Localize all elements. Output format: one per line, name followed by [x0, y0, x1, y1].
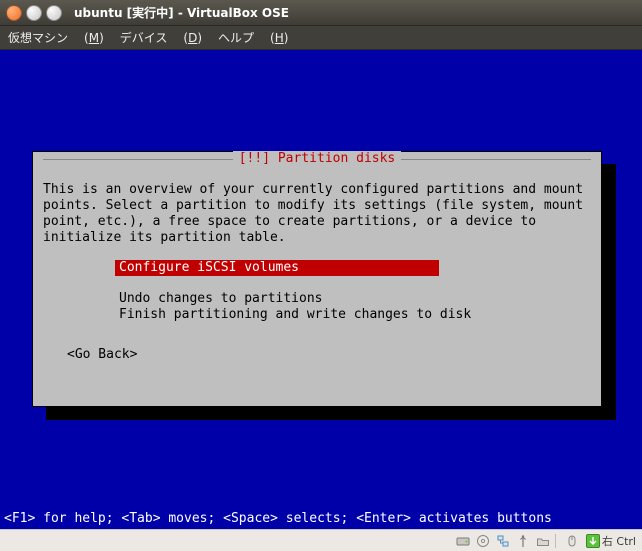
minimize-icon[interactable] [26, 5, 42, 21]
menu-device[interactable]: デバイス(D) [120, 29, 202, 46]
option-undo-changes[interactable]: Undo changes to partitions [115, 291, 327, 307]
usb-icon [515, 533, 531, 549]
dialog-title: Partition disks [278, 151, 395, 166]
shared-folders-icon [535, 533, 551, 549]
hard-disk-icon [455, 533, 471, 549]
help-bar: <F1> for help; <Tab> moves; <Space> sele… [0, 511, 642, 526]
window-title: ubuntu [実行中] - VirtualBox OSE [74, 4, 289, 21]
option-configure-iscsi[interactable]: Configure iSCSI volumes [115, 260, 439, 276]
dialog-overview: This is an overview of your currently co… [43, 182, 591, 246]
statusbar-separator [555, 534, 556, 548]
network-icon [495, 533, 511, 549]
menu-help[interactable]: ヘルプ(H) [218, 29, 288, 46]
host-key-indicator: 右 Ctrl [586, 533, 636, 549]
mouse-integration-icon [564, 533, 580, 549]
guest-screen[interactable]: [!!] Partition disks This is an overview… [0, 50, 642, 529]
dialog-options: Configure iSCSI volumes Undo changes to … [115, 260, 591, 323]
maximize-icon[interactable] [46, 5, 62, 21]
arrow-down-icon [586, 534, 600, 548]
vm-statusbar: 右 Ctrl [0, 529, 642, 551]
partition-disks-dialog: [!!] Partition disks This is an overview… [32, 151, 602, 407]
dialog-title-prefix: [!!] [239, 151, 278, 166]
optical-disc-icon [475, 533, 491, 549]
host-key-label: 右 Ctrl [602, 533, 636, 549]
option-finish-partitioning[interactable]: Finish partitioning and write changes to… [115, 307, 475, 323]
window-titlebar: ubuntu [実行中] - VirtualBox OSE [0, 0, 642, 26]
dialog-title-row: [!!] Partition disks [33, 151, 601, 166]
menu-machine[interactable]: 仮想マシン(M) [8, 29, 104, 46]
close-icon[interactable] [6, 5, 22, 21]
menubar: 仮想マシン(M) デバイス(D) ヘルプ(H) [0, 26, 642, 50]
go-back-button[interactable]: <Go Back> [67, 347, 137, 362]
